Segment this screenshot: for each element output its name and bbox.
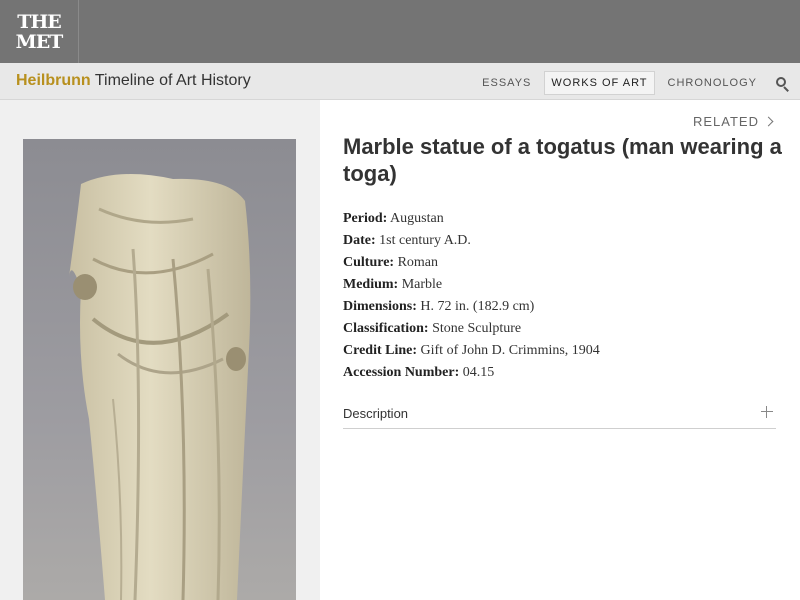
- meta-value: 1st century A.D.: [375, 233, 471, 248]
- meta-credit-line: Credit Line: Gift of John D. Crimmins, 1…: [343, 343, 783, 365]
- brand-rest: Timeline of Art History: [90, 72, 251, 89]
- met-logo[interactable]: THE MET: [0, 0, 79, 63]
- meta-value: 04.15: [459, 365, 495, 380]
- meta-label: Culture:: [343, 255, 395, 270]
- artwork-pane: [0, 100, 320, 600]
- plus-icon[interactable]: [761, 406, 773, 418]
- nav-links: ESSAYS WORKS OF ART CHRONOLOGY: [475, 71, 764, 95]
- meta-date: Date: 1st century A.D.: [343, 233, 783, 255]
- meta-classification: Classification: Stone Sculpture: [343, 321, 783, 343]
- meta-medium: Medium: Marble: [343, 277, 783, 299]
- meta-value: Stone Sculpture: [428, 321, 522, 336]
- subnav-bar: Heilbrunn Timeline of Art History ESSAYS…: [0, 63, 800, 100]
- meta-label: Date:: [343, 233, 376, 248]
- search-icon[interactable]: [776, 77, 790, 92]
- meta-value: Roman: [394, 255, 439, 270]
- nav-chronology[interactable]: CHRONOLOGY: [661, 71, 764, 95]
- meta-value: H. 72 in. (182.9 cm): [416, 299, 535, 314]
- meta-label: Credit Line:: [343, 343, 418, 358]
- meta-label: Dimensions:: [343, 299, 417, 314]
- brand-accent: Heilbrunn: [16, 72, 91, 89]
- meta-accession-number: Accession Number: 04.15: [343, 365, 783, 387]
- nav-works-of-art[interactable]: WORKS OF ART: [544, 71, 655, 95]
- logo-line-1: THE: [17, 10, 62, 33]
- meta-label: Accession Number:: [343, 365, 460, 380]
- description-accordion[interactable]: Description: [343, 400, 776, 429]
- nav-essays[interactable]: ESSAYS: [475, 71, 538, 95]
- site-brand[interactable]: Heilbrunn Timeline of Art History: [16, 72, 251, 90]
- meta-value: Gift of John D. Crimmins, 1904: [417, 343, 600, 358]
- artwork-metadata: Period: Augustan Date: 1st century A.D. …: [343, 211, 783, 387]
- description-label: Description: [343, 406, 409, 421]
- chevron-right-icon: [763, 116, 774, 127]
- related-label: RELATED: [693, 114, 759, 129]
- meta-label: Medium:: [343, 277, 399, 292]
- logo-line-2: MET: [15, 30, 64, 53]
- meta-label: Classification:: [343, 321, 429, 336]
- meta-dimensions: Dimensions: H. 72 in. (182.9 cm): [343, 299, 783, 321]
- top-bar: THE MET: [0, 0, 800, 63]
- meta-period: Period: Augustan: [343, 211, 783, 233]
- meta-value: Augustan: [387, 211, 444, 226]
- statue-illustration: [69, 174, 251, 600]
- meta-culture: Culture: Roman: [343, 255, 783, 277]
- meta-label: Period:: [343, 211, 388, 226]
- related-link[interactable]: RELATED: [693, 114, 774, 129]
- page-title: Marble statue of a togatus (man wearing …: [343, 134, 782, 186]
- artwork-image[interactable]: [23, 139, 296, 600]
- meta-value: Marble: [398, 277, 443, 292]
